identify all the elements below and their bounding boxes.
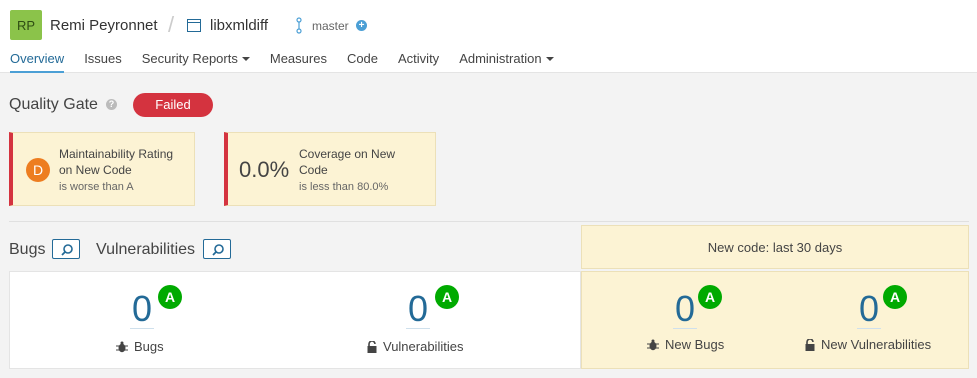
coverage-value: 0.0% xyxy=(239,157,290,182)
project-icon xyxy=(187,19,201,32)
project-name[interactable]: libxmldiff xyxy=(210,17,268,34)
condition-label: Maintainability Rating on New Code xyxy=(59,147,174,177)
condition-coverage[interactable]: 0.0% Coverage on New Code is less than 8… xyxy=(224,132,436,206)
vulnerabilities-rating[interactable]: A xyxy=(435,285,459,309)
new-bugs-rating[interactable]: A xyxy=(698,285,722,309)
new-vulnerabilities-value[interactable]: 0 xyxy=(857,290,882,329)
help-icon[interactable]: ? xyxy=(106,99,117,110)
tab-administration[interactable]: Administration xyxy=(459,51,554,73)
search-icon xyxy=(212,244,224,256)
tab-label: Administration xyxy=(459,51,542,66)
bugs-value[interactable]: 0 xyxy=(130,290,155,329)
new-bugs-label: New Bugs xyxy=(647,337,724,352)
project-nav: Overview Issues Security Reports Measure… xyxy=(10,51,574,73)
branch-name[interactable]: master xyxy=(312,19,349,33)
condition-threshold: is less than 80.0% xyxy=(299,181,389,193)
bugs-section-title: Bugs xyxy=(9,241,46,258)
status-badge: Failed xyxy=(133,93,213,117)
bugs-rating[interactable]: A xyxy=(158,285,182,309)
avatar[interactable]: RP xyxy=(10,10,42,40)
vulnerabilities-value[interactable]: 0 xyxy=(406,290,431,329)
bugs-label: Bugs xyxy=(116,339,164,354)
rating-badge: D xyxy=(26,158,50,182)
lock-icon xyxy=(367,340,377,353)
new-bugs-value[interactable]: 0 xyxy=(673,290,698,329)
tab-security-reports[interactable]: Security Reports xyxy=(142,51,250,73)
org-name[interactable]: Remi Peyronnet xyxy=(50,17,158,34)
condition-threshold: is worse than A xyxy=(59,181,134,193)
new-code-period: New code: last 30 days xyxy=(581,225,969,269)
new-vulnerabilities-metric[interactable]: 0 xyxy=(857,290,882,329)
tab-label: Measures xyxy=(269,51,327,66)
search-icon xyxy=(61,244,73,256)
overall-metrics-panel: 0 A Bugs 0 A Vulnerabilities xyxy=(9,271,581,369)
tab-label: Issues xyxy=(84,51,122,66)
new-bugs-label-text: New Bugs xyxy=(665,337,725,352)
new-vulnerabilities-label: New Vulnerabilities xyxy=(805,337,931,352)
quality-gate-title: Quality Gate xyxy=(9,96,98,113)
tab-code[interactable]: Code xyxy=(347,51,378,73)
vulnerabilities-section-title: Vulnerabilities xyxy=(96,241,196,258)
bugs-search-button[interactable] xyxy=(52,239,80,259)
new-code-metrics-panel: 0 A New Bugs 0 A New Vulnerabilities xyxy=(581,271,969,369)
lock-icon xyxy=(805,338,815,351)
vulnerabilities-label-text: Vulnerabilities xyxy=(383,339,464,354)
condition-maintainability[interactable]: D Maintainability Rating on New Code is … xyxy=(9,132,195,206)
bugs-label-text: Bugs xyxy=(134,339,164,354)
vulnerabilities-search-button[interactable] xyxy=(203,239,231,259)
tab-measures[interactable]: Measures xyxy=(270,51,327,73)
tab-issues[interactable]: Issues xyxy=(84,51,122,73)
breadcrumb-separator: / xyxy=(168,12,175,37)
new-vulnerabilities-rating[interactable]: A xyxy=(883,285,907,309)
top-header: RP Remi Peyronnet / libxmldiff master + … xyxy=(0,0,977,73)
tab-label: Code xyxy=(346,51,379,66)
tab-overview[interactable]: Overview xyxy=(10,51,65,73)
new-bugs-metric[interactable]: 0 xyxy=(673,290,698,329)
condition-label: Coverage on New Code xyxy=(299,147,396,177)
bugs-metric[interactable]: 0 xyxy=(130,290,155,329)
tab-activity[interactable]: Activity xyxy=(398,51,439,73)
bug-icon xyxy=(116,341,128,353)
add-branch-icon[interactable]: + xyxy=(356,20,367,31)
tab-label: Security Reports xyxy=(141,51,238,66)
caret-down-icon xyxy=(241,57,250,61)
branch-icon xyxy=(296,17,302,34)
bug-icon xyxy=(647,339,659,351)
tab-label: Activity xyxy=(398,51,440,66)
tab-label: Overview xyxy=(10,51,65,66)
caret-down-icon xyxy=(545,57,554,61)
new-vulnerabilities-label-text: New Vulnerabilities xyxy=(821,337,932,352)
vulnerabilities-metric[interactable]: 0 xyxy=(406,290,431,329)
vulnerabilities-label: Vulnerabilities xyxy=(367,339,463,354)
divider xyxy=(9,221,969,222)
